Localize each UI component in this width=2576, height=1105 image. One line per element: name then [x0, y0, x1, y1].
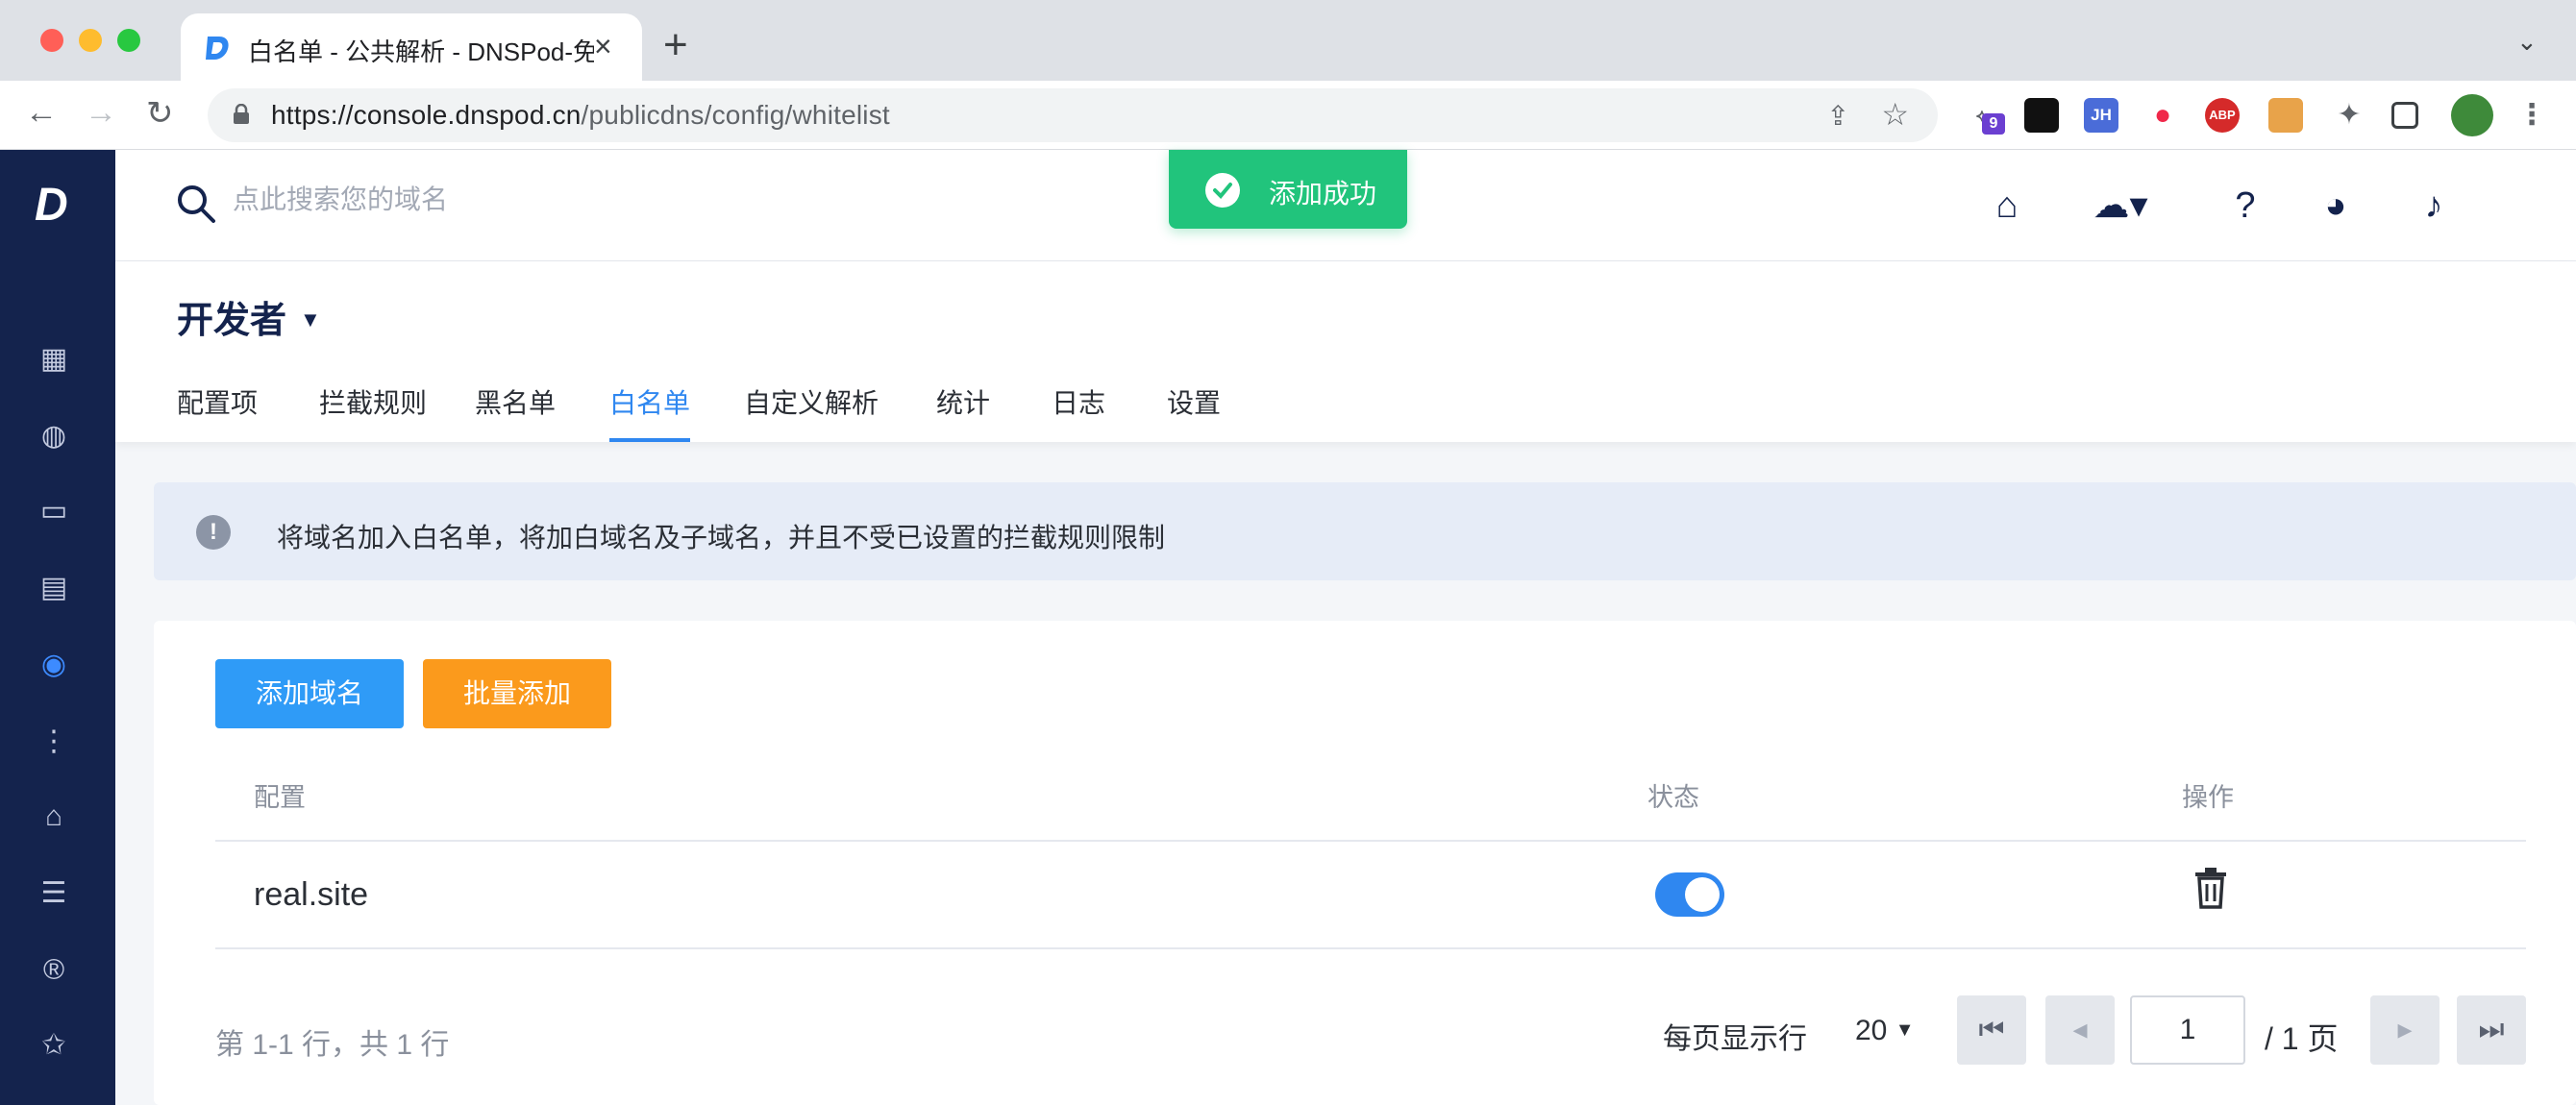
toggle-knob [1685, 877, 1720, 912]
url-host: https://console.dnspod.cn [271, 100, 582, 130]
tab-custom-resolve[interactable]: 自定义解析 [744, 382, 879, 442]
cloud-dropdown-icon[interactable]: ☁▾ [2082, 184, 2159, 227]
tab-title: 白名单 - 公共解析 - DNSPod-免 [248, 37, 594, 66]
reload-button[interactable]: ↻ [146, 94, 174, 133]
caret-down-icon: ▼ [1895, 1019, 1915, 1041]
minimize-window-button[interactable] [79, 29, 102, 52]
jsonhero-extension-icon[interactable]: JH [2084, 98, 2118, 133]
tampermonkey-extension-icon[interactable] [2024, 98, 2059, 133]
column-header-operation: 操作 [2182, 783, 2234, 812]
delete-trash-icon[interactable] [2192, 867, 2230, 909]
per-page-select[interactable]: 20 ▼ [1855, 1015, 1915, 1047]
bell-icon[interactable]: ♪ [2413, 184, 2455, 227]
total-pages-label: / 1 页 [2265, 1021, 2339, 1056]
close-window-button[interactable] [40, 29, 63, 52]
registered-icon[interactable]: ® [37, 953, 71, 988]
prev-page-button[interactable]: ◂ [2045, 995, 2115, 1065]
page-subheader: 开发者 ▼ 配置项 拦截规则 黑名单 白名单 自定义解析 统计 日志 设置 [115, 261, 2576, 442]
network-node-icon[interactable]: ⋮ [37, 724, 71, 759]
url-path: /publicdns/config/whitelist [581, 100, 890, 130]
back-button[interactable]: ← [25, 94, 58, 132]
public-dns-icon[interactable]: ◉ [37, 648, 71, 682]
side-panel-icon[interactable] [2391, 102, 2418, 129]
wechat-icon[interactable]: ◕ [2315, 184, 2357, 227]
close-tab-icon[interactable]: × [594, 29, 612, 64]
browser-tab[interactable]: 白名单 - 公共解析 - DNSPod-免 × [181, 13, 642, 81]
dashboard-icon[interactable]: ▦ [37, 342, 71, 377]
table-header-divider [215, 840, 2526, 842]
share-icon[interactable]: ⇪ [1827, 100, 1849, 132]
star-box-icon[interactable]: ✩ [37, 1028, 71, 1063]
first-page-button[interactable]: ⏮ [1957, 995, 2026, 1065]
tab-statistics[interactable]: 统计 [936, 382, 990, 442]
check-circle-icon [1205, 173, 1240, 208]
toast-message: 添加成功 [1269, 179, 1377, 209]
column-header-config: 配置 [254, 783, 306, 812]
batch-add-button[interactable]: 批量添加 [423, 659, 611, 728]
info-notice: ! 将域名加入白名单，将加白域名及子域名，并且不受已设置的拦截规则限制 [154, 482, 2576, 580]
extension-badge: 9 [1982, 113, 2005, 135]
last-page-button[interactable]: ⏭ [2457, 995, 2526, 1065]
dnspod-favicon-icon [206, 37, 229, 60]
pagination-summary: 第 1-1 行，共 1 行 [215, 1029, 450, 1061]
tab-settings[interactable]: 设置 [1167, 382, 1221, 442]
status-toggle[interactable] [1655, 872, 1724, 917]
caret-down-icon: ▼ [300, 307, 321, 332]
character-extension-icon[interactable] [2268, 98, 2303, 133]
new-tab-button[interactable]: + [663, 21, 688, 69]
extension-icon[interactable]: ⟡9 [1965, 98, 2005, 135]
browser-menu-icon[interactable]: ⋮ [2514, 98, 2549, 133]
profile-avatar[interactable] [2451, 94, 2493, 136]
next-page-button[interactable]: ▸ [2370, 995, 2440, 1065]
red-drop-extension-icon[interactable]: ● [2145, 98, 2180, 133]
help-icon[interactable]: ? [2224, 184, 2266, 227]
success-toast: 添加成功 [1169, 150, 1407, 229]
add-domain-button[interactable]: 添加域名 [215, 659, 404, 728]
domain-search-input[interactable] [233, 184, 809, 215]
page-number-input[interactable] [2130, 995, 2245, 1065]
globe-icon[interactable]: ◍ [37, 419, 71, 454]
tab-strip: 白名单 - 公共解析 - DNSPod-免 × + ⌄ [0, 0, 2576, 81]
adblock-extension-icon[interactable]: ABP [2205, 98, 2240, 133]
lock-icon [234, 104, 249, 124]
address-bar[interactable]: https://console.dnspod.cn/publicdns/conf… [208, 88, 1938, 142]
bookmark-star-icon[interactable]: ☆ [1881, 96, 1909, 133]
document-list-icon[interactable]: ☰ [37, 876, 71, 911]
column-header-status: 状态 [1647, 783, 1699, 812]
tab-whitelist[interactable]: 白名单 [609, 382, 691, 442]
forward-button[interactable]: → [85, 94, 117, 132]
browser-chrome: 白名单 - 公共解析 - DNSPod-免 × + ⌄ ← → ↻ https:… [0, 0, 2576, 150]
whitelist-card: 添加域名 批量添加 配置 状态 操作 real.site 第 1-1 行，共 1… [154, 621, 2576, 1105]
info-exclamation-icon: ! [196, 515, 231, 550]
tab-block-rules[interactable]: 拦截规则 [319, 382, 427, 442]
search-icon [178, 185, 215, 223]
per-page-value: 20 [1855, 1015, 1888, 1046]
tab-blacklist[interactable]: 黑名单 [475, 382, 556, 442]
context-name: 开发者 [177, 301, 287, 341]
browser-toolbar: ← → ↻ https://console.dnspod.cn/publicdn… [0, 81, 2576, 150]
extensions-puzzle-icon[interactable]: ✦ [2332, 98, 2366, 133]
home-icon[interactable]: ⌂ [1986, 184, 2028, 227]
tab-logs[interactable]: 日志 [1052, 382, 1105, 442]
notice-text: 将域名加入白名单，将加白域名及子域名，并且不受已设置的拦截规则限制 [277, 523, 1166, 552]
context-selector[interactable]: 开发者 ▼ [177, 290, 321, 343]
zoom-window-button[interactable] [117, 29, 140, 52]
dnspod-logo[interactable]: D [35, 179, 68, 232]
monitor-icon[interactable]: ▤ [37, 571, 71, 605]
url-text: https://console.dnspod.cn/publicdns/conf… [271, 100, 890, 131]
tab-search-chevron-icon[interactable]: ⌄ [2516, 27, 2538, 57]
certificate-icon[interactable]: ⌂ [37, 799, 71, 834]
app-sidebar: D ▦ ◍ ▭ ▤ ◉ ⋮ ⌂ ☰ ® ✩ [0, 150, 115, 1105]
tab-config-items[interactable]: 配置项 [177, 382, 258, 442]
browser-window-icon[interactable]: ▭ [37, 494, 71, 528]
per-page-label: 每页显示行 [1663, 1023, 1807, 1055]
domain-cell: real.site [254, 876, 369, 913]
table-row-divider [215, 947, 2526, 949]
